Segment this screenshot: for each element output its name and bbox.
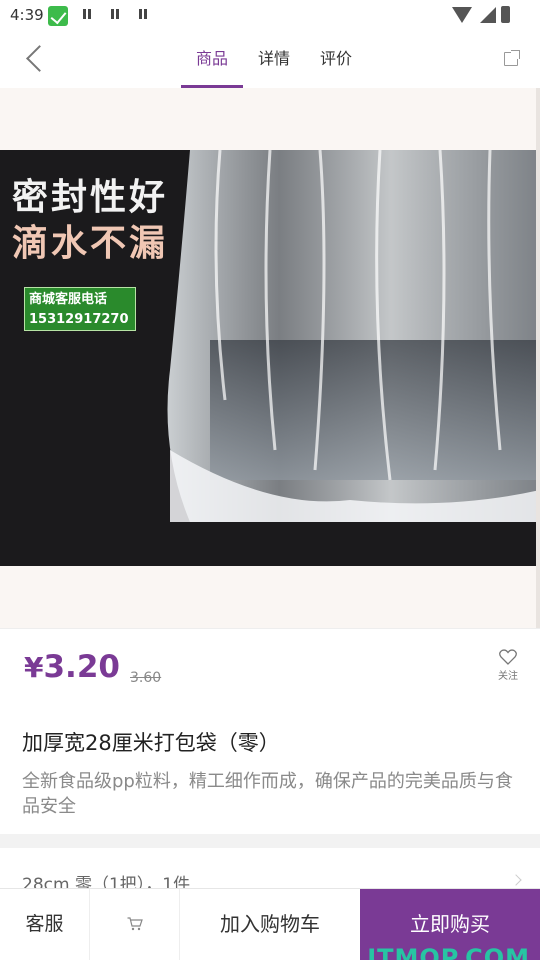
pause-icon (110, 9, 121, 21)
product-image-carousel[interactable]: 密封性好 滴水不漏 商城客服电话 15312917270 (0, 88, 540, 628)
product-description: 全新食品级pp粒料，精工细作而成，确保产品的完美品质与食品安全 (22, 771, 513, 817)
pause-icon (138, 9, 149, 21)
promo-headline: 密封性好 (12, 177, 169, 218)
tab-reviews[interactable]: 评价 (305, 32, 367, 88)
promo-subheadline: 滴水不漏 (12, 223, 169, 264)
original-price: 3.60 (130, 670, 162, 686)
currency-symbol: ¥ (24, 651, 44, 684)
buy-now-button[interactable]: 立即购买 ITMOP.COM (360, 889, 540, 960)
product-title: 加厚宽28厘米打包袋（零） (22, 731, 280, 755)
service-hotline-badge: 商城客服电话 15312917270 (24, 287, 136, 331)
tab-details[interactable]: 详情 (243, 32, 305, 88)
watermark: ITMOP.COM (367, 944, 530, 960)
signal-icon (480, 7, 496, 23)
favorite-label: 关注 (498, 671, 518, 682)
product-photo: 密封性好 滴水不漏 商城客服电话 15312917270 (0, 150, 540, 566)
pause-icon (82, 9, 93, 21)
cart-icon (127, 917, 143, 931)
chevron-right-icon (510, 874, 522, 886)
battery-icon (501, 6, 510, 23)
customer-service-button[interactable]: 客服 (0, 889, 90, 960)
hotline-label: 商城客服电话 (29, 292, 108, 307)
add-to-cart-button[interactable]: 加入购物车 (180, 889, 360, 960)
plastic-bag-illustration (167, 150, 540, 522)
wifi-icon (452, 7, 472, 23)
top-nav: 商品 详情 评价 (0, 32, 540, 88)
heart-icon (499, 649, 517, 665)
status-indicators (432, 6, 532, 25)
share-icon[interactable] (504, 50, 520, 66)
app-notification-icon (48, 6, 68, 26)
bottom-action-bar: 客服 加入购物车 立即购买 ITMOP.COM (0, 888, 540, 960)
section-divider (0, 834, 540, 848)
status-time: 4:39 (10, 6, 44, 24)
tab-goods[interactable]: 商品 (181, 32, 243, 88)
hotline-number: 15312917270 (29, 312, 129, 327)
favorite-button[interactable]: 关注 (496, 649, 520, 682)
product-tabs: 商品 详情 评价 (181, 32, 367, 88)
back-icon[interactable] (24, 46, 46, 72)
cart-button[interactable] (90, 889, 180, 960)
image-edge (536, 88, 540, 628)
current-price: ¥3.20 (24, 649, 120, 685)
product-info: ¥3.20 3.60 关注 加厚宽28厘米打包袋（零） 全新食品级pp粒料，精工… (0, 628, 540, 834)
price-value: 3.20 (43, 649, 120, 685)
status-bar: 4:39 (0, 0, 540, 32)
